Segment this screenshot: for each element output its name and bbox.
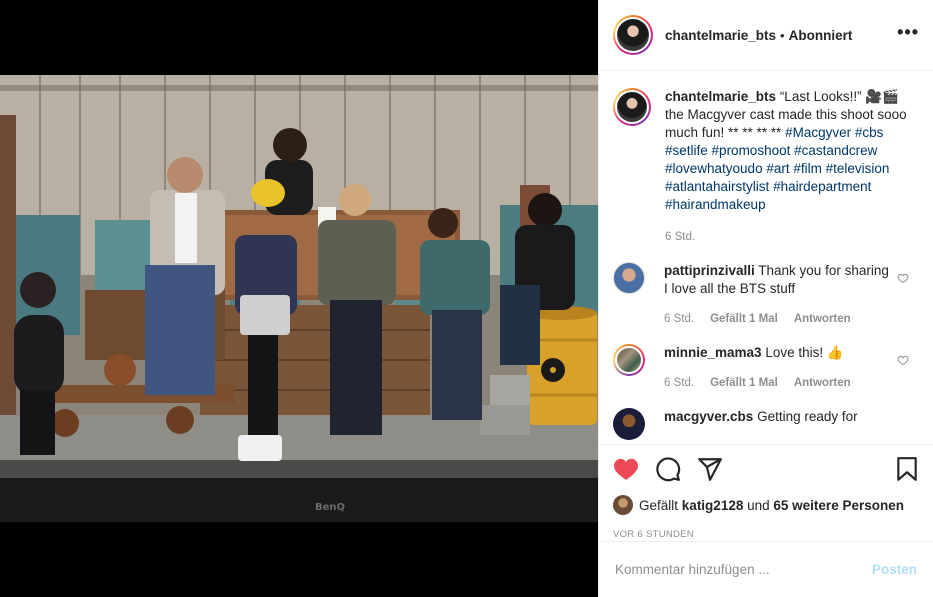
comment-item: macgyver.cbs Getting ready for <box>613 408 919 440</box>
comment-icon[interactable] <box>655 456 681 482</box>
hashtag-link[interactable]: #Macgyver <box>785 125 851 140</box>
post-header: chantelmarie_bts • Abonniert ••• <box>599 0 933 71</box>
caption-username[interactable]: chantelmarie_bts <box>665 89 776 104</box>
comment-text: Love this! 👍 <box>765 345 844 360</box>
photo-scene: BenQ <box>0 75 598 522</box>
commenter-avatar[interactable] <box>613 408 645 440</box>
comment-like-count[interactable]: Gefällt 1 Mal <box>710 374 778 392</box>
hashtag-link[interactable]: #atlantahairstylist <box>665 179 769 194</box>
post-photo[interactable]: BenQ <box>0 75 598 522</box>
comment-item: minnie_mama3 Love this! 👍 6 Std. Gefällt… <box>613 344 919 392</box>
comment-item: pattiprinzivalli Thank you for sharing I… <box>613 262 919 328</box>
post-media-area: BenQ <box>0 0 598 597</box>
commenter-avatar[interactable] <box>613 262 645 294</box>
commenter-username[interactable]: pattiprinzivalli <box>664 263 755 278</box>
reply-button[interactable]: Antworten <box>794 374 851 392</box>
comments-list[interactable]: chantelmarie_bts “Last Looks!!” 🎥🎬 the M… <box>599 72 933 443</box>
monitor-brand-watermark: BenQ <box>315 502 345 513</box>
comment-like-heart-icon[interactable] <box>897 272 909 284</box>
hashtag-link[interactable]: #castandcrew <box>794 143 877 158</box>
caption-author-avatar[interactable] <box>613 88 651 126</box>
comment-time[interactable]: 6 Std. <box>664 374 694 392</box>
share-icon[interactable] <box>697 456 723 482</box>
commenter-username[interactable]: macgyver.cbs <box>664 409 753 424</box>
hashtag-link[interactable]: #hairdepartment <box>773 179 871 194</box>
hashtag-link[interactable]: #setlife <box>665 143 708 158</box>
header-separator: • <box>780 27 785 43</box>
author-avatar[interactable] <box>613 15 653 55</box>
post-comment-button[interactable]: Posten <box>872 562 917 577</box>
post-actions: Gefällt katig2128 und 65 weitere Persone… <box>599 444 933 540</box>
caption-time[interactable]: 6 Std. <box>665 228 695 246</box>
reply-button[interactable]: Antworten <box>794 310 851 328</box>
hashtag-link[interactable]: #cbs <box>855 125 884 140</box>
post-side-panel: chantelmarie_bts • Abonniert ••• chantel… <box>598 0 933 597</box>
post-caption: chantelmarie_bts “Last Looks!!” 🎥🎬 the M… <box>613 88 919 246</box>
commenter-avatar[interactable] <box>613 344 645 376</box>
author-username[interactable]: chantelmarie_bts <box>665 28 776 43</box>
likes-others-link[interactable]: 65 weitere Personen <box>773 498 904 513</box>
comment-input[interactable] <box>615 562 872 577</box>
bookmark-icon[interactable] <box>895 456 919 482</box>
hashtag-link[interactable]: #promoshoot <box>712 143 791 158</box>
hashtag-link[interactable]: #art <box>766 161 789 176</box>
liker-avatar[interactable] <box>613 495 633 515</box>
comment-like-heart-icon[interactable] <box>897 354 909 366</box>
add-comment-bar: Posten <box>599 541 933 597</box>
follow-status-button[interactable]: Abonniert <box>789 28 853 43</box>
hashtag-link[interactable]: #television <box>826 161 890 176</box>
likes-prefix: Gefällt <box>639 497 679 513</box>
post-timestamp[interactable]: VOR 6 STUNDEN <box>613 529 919 540</box>
comment-text: Getting ready for <box>757 409 858 424</box>
likes-connector: und <box>747 497 770 513</box>
more-options-icon[interactable]: ••• <box>897 22 919 49</box>
likes-summary[interactable]: Gefällt katig2128 und 65 weitere Persone… <box>613 495 919 515</box>
comment-time[interactable]: 6 Std. <box>664 310 694 328</box>
commenter-username[interactable]: minnie_mama3 <box>664 345 762 360</box>
heart-filled-icon[interactable] <box>613 457 639 481</box>
hashtag-link[interactable]: #film <box>793 161 822 176</box>
liker-username[interactable]: katig2128 <box>682 498 744 513</box>
hashtag-link[interactable]: #hairandmakeup <box>665 197 766 212</box>
comment-like-count[interactable]: Gefällt 1 Mal <box>710 310 778 328</box>
hashtag-link[interactable]: #lovewhatyoudo <box>665 161 763 176</box>
